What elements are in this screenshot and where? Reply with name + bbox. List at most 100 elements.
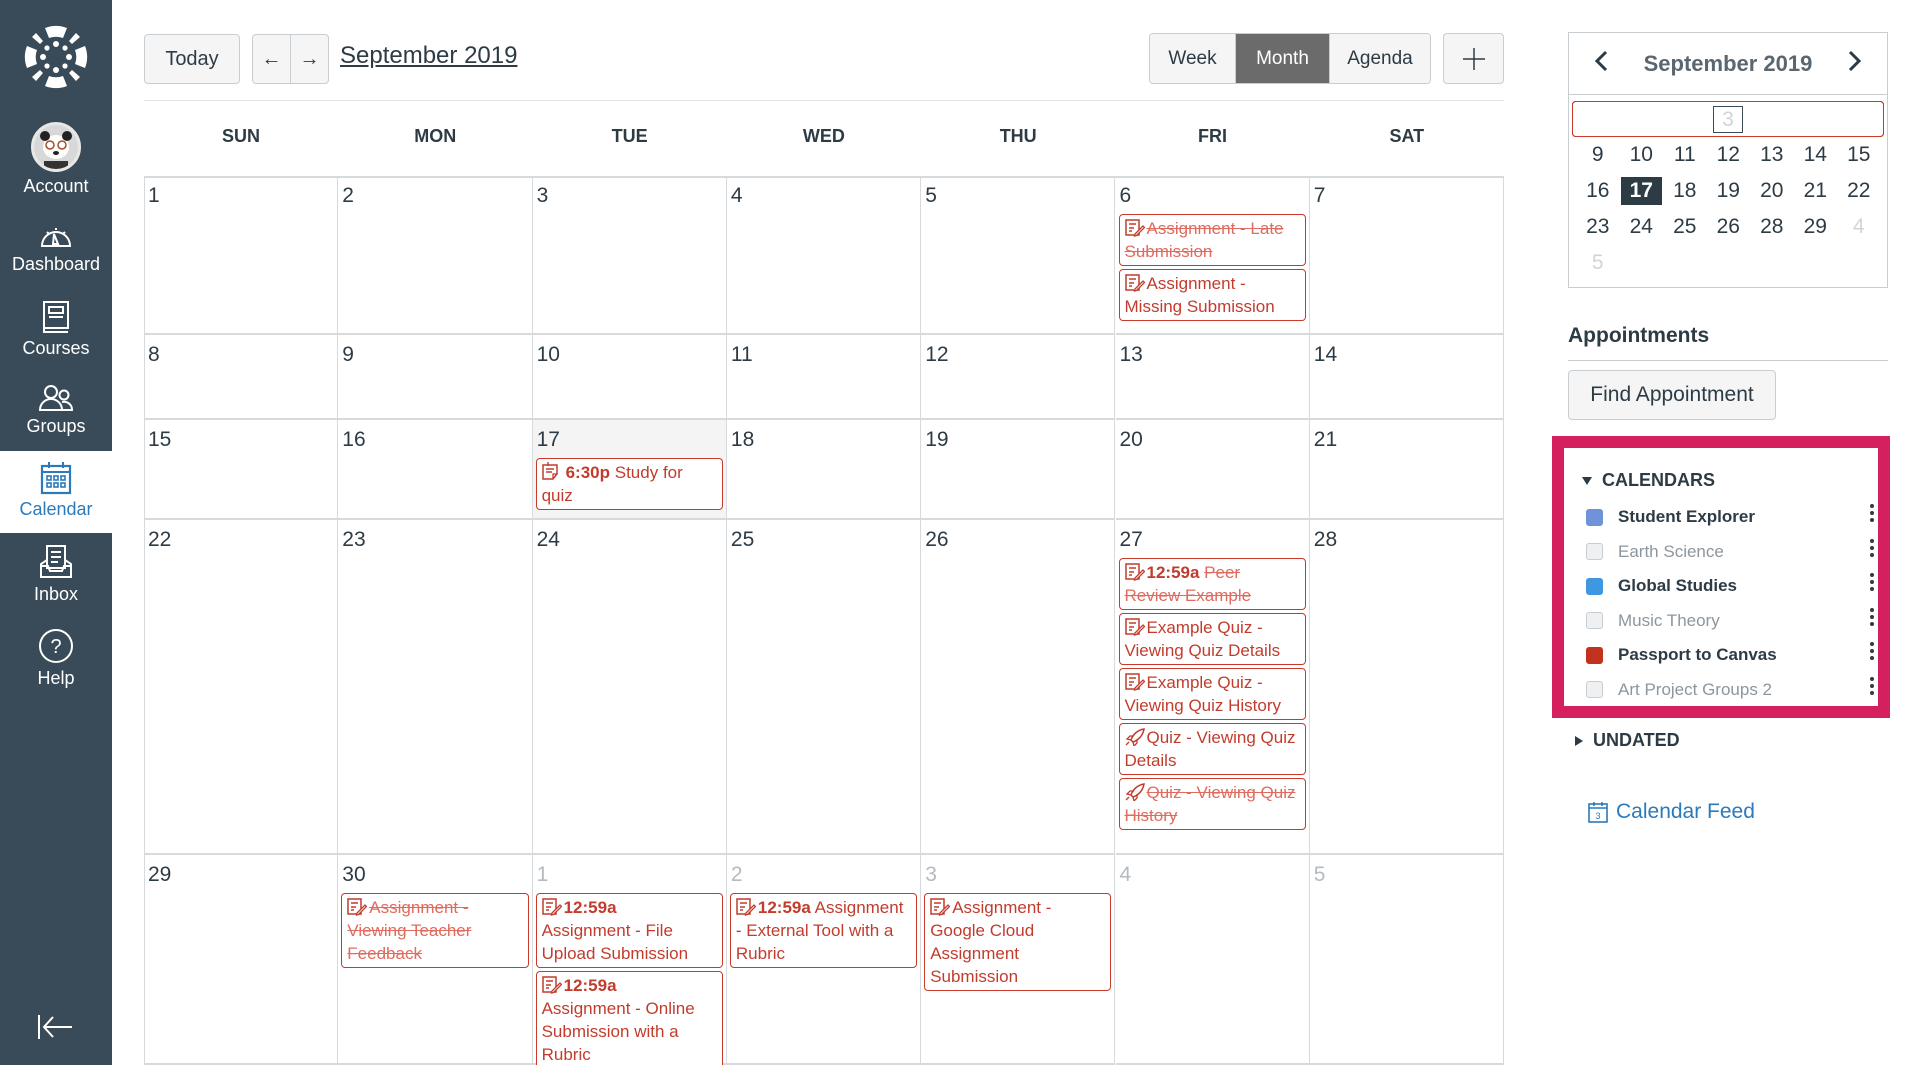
calendar-name[interactable]: Earth Science: [1618, 542, 1724, 562]
calendar-event[interactable]: Example Quiz - Viewing Quiz History: [1118, 668, 1306, 720]
calendar-event[interactable]: 12:59a Assignment - Online Submission wit…: [535, 971, 723, 1065]
add-event-button[interactable]: [1443, 33, 1504, 84]
mini-calendar-day[interactable]: 29: [1794, 209, 1838, 245]
undated-toggle[interactable]: UNDATED: [1575, 730, 1680, 751]
day-number[interactable]: 12: [925, 343, 948, 367]
calendar-options-kebab-icon[interactable]: [1870, 573, 1876, 591]
calendar-name[interactable]: Passport to Canvas: [1618, 645, 1777, 665]
mini-calendar-day[interactable]: 23: [1576, 209, 1620, 245]
day-number[interactable]: 10: [537, 343, 560, 367]
day-number[interactable]: 21: [1314, 428, 1337, 452]
mini-calendar-day[interactable]: 24: [1620, 209, 1664, 245]
day-number[interactable]: 8: [148, 343, 160, 367]
day-cell[interactable]: 26: [921, 520, 1116, 855]
canvas-logo[interactable]: [0, 24, 112, 90]
day-number[interactable]: 1: [537, 863, 549, 887]
day-cell[interactable]: 21: [1309, 420, 1505, 520]
day-cell[interactable]: 13: [1115, 335, 1310, 420]
calendar-color-checkbox[interactable]: [1586, 577, 1603, 595]
calendar-color-checkbox[interactable]: [1586, 681, 1603, 698]
day-cell[interactable]: 28: [1309, 520, 1505, 855]
nav-help[interactable]: ? Help: [0, 628, 112, 694]
day-number[interactable]: 14: [1314, 343, 1337, 367]
mini-calendar-day[interactable]: 25: [1663, 209, 1707, 245]
calendar-feed-link[interactable]: 3 Calendar Feed: [1588, 800, 1755, 824]
day-number[interactable]: 2: [342, 184, 354, 208]
calendar-name[interactable]: Student Explorer: [1618, 507, 1755, 527]
nav-calendar[interactable]: Calendar: [0, 451, 112, 533]
day-number[interactable]: 3: [537, 184, 549, 208]
day-cell[interactable]: 22: [144, 520, 339, 855]
day-number[interactable]: 11: [731, 343, 753, 367]
calendar-options-kebab-icon[interactable]: [1870, 504, 1876, 522]
mini-calendar-day[interactable]: 11: [1663, 137, 1707, 173]
day-cell[interactable]: 11: [726, 335, 922, 420]
day-number[interactable]: 29: [148, 863, 171, 887]
nav-groups[interactable]: Groups: [0, 384, 112, 444]
day-cell[interactable]: 4: [726, 176, 922, 335]
calendar-event[interactable]: 12:59a Assignment - File Upload Submissio…: [535, 893, 723, 968]
day-cell[interactable]: 5: [921, 176, 1116, 335]
day-cell[interactable]: 30 Assignment - Viewing Teacher Feedback: [338, 855, 533, 1065]
day-cell[interactable]: 16: [338, 420, 533, 520]
calendar-event[interactable]: 12:59a Peer Review Example: [1118, 558, 1306, 610]
day-cell[interactable]: 10: [532, 335, 727, 420]
calendar-event[interactable]: Example Quiz - Viewing Quiz Details: [1118, 613, 1306, 665]
day-number[interactable]: 3: [925, 863, 937, 887]
day-cell[interactable]: 24: [532, 520, 727, 855]
day-cell[interactable]: 14: [1309, 335, 1505, 420]
day-number[interactable]: 5: [925, 184, 937, 208]
day-number[interactable]: 9: [342, 343, 354, 367]
day-number[interactable]: 25: [731, 528, 754, 552]
day-cell[interactable]: 19: [921, 420, 1116, 520]
day-cell[interactable]: 29: [144, 855, 339, 1065]
calendar-event[interactable]: Quiz - Viewing Quiz History: [1118, 778, 1306, 830]
nav-courses[interactable]: Courses: [0, 300, 112, 364]
mini-next-month-button[interactable]: [1847, 48, 1863, 79]
calendar-name[interactable]: Art Project Groups 2: [1618, 680, 1772, 700]
calendar-name[interactable]: Global Studies: [1618, 576, 1737, 596]
collapse-nav-button[interactable]: [36, 1014, 74, 1045]
day-cell[interactable]: 1: [144, 176, 339, 335]
calendar-color-checkbox[interactable]: [1586, 508, 1603, 526]
mini-calendar-day[interactable]: 19: [1707, 173, 1751, 209]
day-number[interactable]: 4: [1120, 863, 1132, 887]
calendar-event[interactable]: 6:30p Study for quiz: [535, 458, 723, 510]
calendar-color-checkbox[interactable]: [1586, 612, 1603, 629]
mini-calendar-day[interactable]: 9: [1576, 137, 1620, 173]
day-cell[interactable]: 12: [921, 335, 1116, 420]
mini-calendar-day[interactable]: 16: [1576, 173, 1620, 209]
mini-calendar-day[interactable]: 17: [1620, 173, 1664, 209]
day-number[interactable]: 18: [731, 428, 754, 452]
day-cell[interactable]: 18: [726, 420, 922, 520]
day-number[interactable]: 20: [1120, 428, 1143, 452]
day-cell[interactable]: 2 12:59a Assignment - External Tool with …: [726, 855, 922, 1065]
day-number[interactable]: 7: [1314, 184, 1326, 208]
mini-calendar-day[interactable]: 14: [1794, 137, 1838, 173]
calendar-event[interactable]: 12:59a Assignment - External Tool with a…: [729, 893, 918, 968]
mini-calendar-day[interactable]: 18: [1663, 173, 1707, 209]
mini-calendar-day[interactable]: 15: [1837, 137, 1881, 173]
day-cell[interactable]: 17 6:30p Study for quiz: [532, 420, 727, 520]
calendar-event[interactable]: Assignment - Viewing Teacher Feedback: [341, 893, 529, 968]
day-number[interactable]: 22: [148, 528, 171, 552]
day-number[interactable]: 13: [1120, 343, 1143, 367]
calendar-event[interactable]: Assignment - Missing Submission: [1118, 269, 1306, 321]
view-month-button[interactable]: Month: [1236, 34, 1330, 83]
day-number[interactable]: 28: [1314, 528, 1337, 552]
next-month-button[interactable]: →: [291, 35, 328, 83]
day-cell[interactable]: 1 12:59a Assignment - File Upload Submissi…: [532, 855, 727, 1065]
calendar-options-kebab-icon[interactable]: [1870, 607, 1876, 626]
mini-prev-month-button[interactable]: [1593, 48, 1609, 79]
view-week-button[interactable]: Week: [1150, 34, 1236, 83]
find-appointment-button[interactable]: Find Appointment: [1568, 370, 1776, 420]
day-number[interactable]: 16: [342, 428, 365, 452]
day-number[interactable]: 15: [148, 428, 171, 452]
today-button[interactable]: Today: [144, 34, 240, 84]
day-cell[interactable]: 23: [338, 520, 533, 855]
calendar-name[interactable]: Music Theory: [1618, 611, 1720, 631]
day-cell[interactable]: 15: [144, 420, 339, 520]
mini-calendar-day[interactable]: 5: [1576, 245, 1620, 281]
day-cell[interactable]: 2: [338, 176, 533, 335]
day-number[interactable]: 2: [731, 863, 743, 887]
